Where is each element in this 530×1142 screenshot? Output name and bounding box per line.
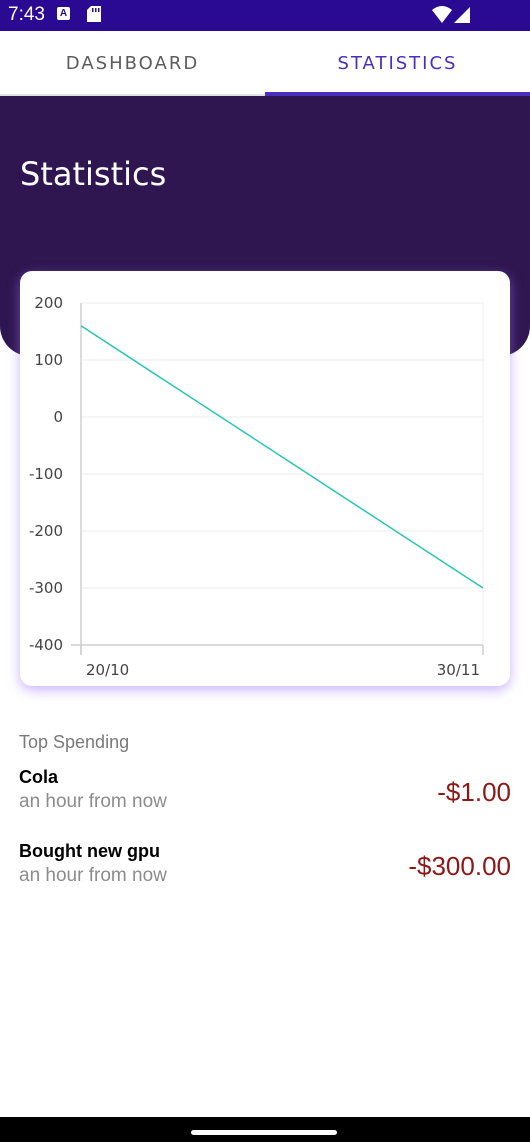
y-tick-label: -200: [29, 522, 63, 540]
home-handle[interactable]: [191, 1130, 337, 1135]
sd-card-icon: [87, 6, 101, 22]
tab-bar: DASHBOARD STATISTICS: [0, 31, 530, 96]
spending-time: an hour from now: [19, 791, 167, 812]
spending-time: an hour from now: [19, 865, 167, 886]
status-time: 7:43: [8, 4, 45, 25]
line-chart: 200 100 0 -100 -200 -300 -400 20/10 30/11: [29, 294, 484, 679]
y-tick-label: -100: [29, 465, 63, 483]
series-line: [80, 325, 484, 589]
navigation-bar: [0, 1117, 530, 1142]
spending-item[interactable]: Cola an hour from now -$1.00: [19, 767, 511, 841]
spending-item[interactable]: Bought new gpu an hour from now -$300.00: [19, 841, 511, 915]
wifi-icon: [432, 6, 452, 23]
wifi-signal-group: [432, 6, 470, 23]
signal-icon: [454, 7, 470, 23]
tab-statistics[interactable]: STATISTICS: [265, 31, 530, 96]
top-spending-section: Top Spending Cola an hour from now -$1.0…: [19, 732, 511, 915]
x-tick-label: 30/11: [437, 661, 480, 679]
spending-amount: -$1.00: [437, 777, 511, 807]
chart-card: 200 100 0 -100 -200 -300 -400 20/10 30/11: [20, 271, 510, 686]
spending-title: Bought new gpu: [19, 841, 160, 861]
y-tick-label: 100: [34, 351, 63, 369]
y-tick-label: -300: [29, 579, 63, 597]
spending-amount: -$300.00: [408, 851, 511, 881]
spending-title: Cola: [19, 767, 59, 787]
y-tick-label: 200: [34, 294, 63, 312]
top-spending-heading: Top Spending: [19, 732, 130, 752]
y-tick-label: -400: [29, 636, 63, 654]
page-title: Statistics: [20, 155, 167, 193]
tab-dashboard[interactable]: DASHBOARD: [0, 31, 265, 96]
y-tick-label: 0: [53, 408, 63, 426]
a-notification-icon: A: [57, 7, 70, 20]
status-bar: 7:43 A: [0, 0, 530, 31]
x-tick-label: 20/10: [86, 661, 129, 679]
